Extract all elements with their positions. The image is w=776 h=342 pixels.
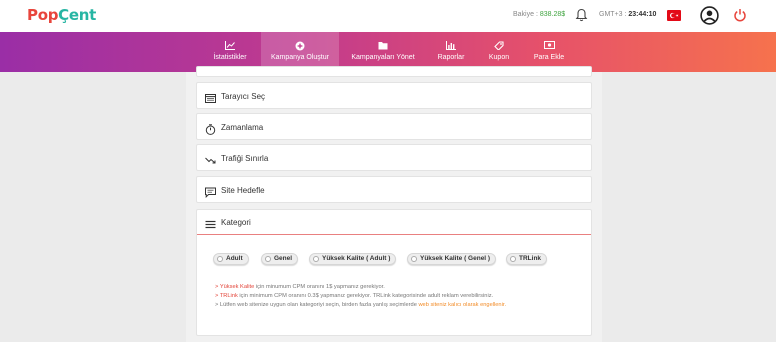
radio-button[interactable] <box>313 256 319 262</box>
message-square-icon <box>205 185 216 199</box>
folder-icon <box>378 41 388 50</box>
top-header: PopÇent Bakiye : 838.28$ GMT+3 : 23:44:1… <box>0 0 776 32</box>
radio-button[interactable] <box>411 256 417 262</box>
logo[interactable]: PopÇent <box>27 6 96 24</box>
radio-button[interactable] <box>265 256 271 262</box>
note-line-warning: > Lütfen web sitenize uygun olan kategor… <box>215 302 507 308</box>
note-line-high-quality: > Yüksek Kalite için minumum CPM oranını… <box>215 284 385 290</box>
nav-label-manage-campaigns: Kampanyaları Yönet <box>351 54 415 61</box>
balance-value: 838.28$ <box>539 11 566 18</box>
nav-label-statistics: İstatistikler <box>213 54 247 61</box>
section-browser-select[interactable]: Tarayıcı Seç <box>196 82 592 109</box>
bar-chart-icon <box>446 41 456 50</box>
ticket-icon <box>494 41 504 51</box>
server-clock: GMT+3 : 23:44:10 <box>599 11 656 18</box>
category-option-high-quality-adult[interactable]: Yüksek Kalite ( Adult ) <box>309 253 397 265</box>
plus-circle-icon <box>295 41 305 51</box>
section-traffic-limit[interactable]: Trafiği Sınırla <box>196 144 592 171</box>
logo-text-cent: Çent <box>58 6 96 24</box>
section-label-browser: Tarayıcı Seç <box>221 92 266 101</box>
browser-window-icon <box>205 91 216 103</box>
menu-icon <box>205 217 216 229</box>
chart-icon <box>225 41 235 50</box>
section-label-traffic: Trafiği Sınırla <box>221 154 269 163</box>
clock-time: 23:44:10 <box>628 11 657 18</box>
user-avatar-icon[interactable] <box>700 6 719 25</box>
section-category: Kategori Adult Genel Yüksek Kalite ( Adu… <box>196 209 592 336</box>
category-option-label: Adult <box>226 255 243 262</box>
category-header[interactable]: Kategori <box>197 210 591 235</box>
section-label-category: Kategori <box>221 218 251 227</box>
section-scheduling[interactable]: Zamanlama <box>196 113 592 140</box>
balance-label: Bakiye : <box>513 11 538 18</box>
stopwatch-icon <box>205 122 216 135</box>
nav-label-coupon: Kupon <box>488 54 510 61</box>
timezone-label: GMT+3 : <box>599 11 627 18</box>
section-label-scheduling: Zamanlama <box>221 123 264 132</box>
previous-section-card <box>196 66 592 77</box>
nav-label-reports: Raporlar <box>437 54 465 61</box>
category-option-label: Genel <box>274 255 293 262</box>
section-site-targeting[interactable]: Site Hedefle <box>196 176 592 203</box>
category-option-trlink[interactable]: TRLink <box>506 253 548 265</box>
logo-text-pop: Pop <box>27 6 59 24</box>
radio-button[interactable] <box>510 256 516 262</box>
bell-icon[interactable] <box>575 8 588 22</box>
category-option-general[interactable]: Genel <box>261 253 299 265</box>
trending-down-icon <box>205 153 216 164</box>
category-option-adult[interactable]: Adult <box>213 253 249 265</box>
money-icon <box>544 41 555 50</box>
power-icon[interactable] <box>733 8 747 22</box>
note-line-trlink: > TRLink için minimum CPM oranını 0.3$ y… <box>215 293 494 299</box>
category-notes: > Yüksek Kalite için minumum CPM oranını… <box>215 283 506 310</box>
category-option-high-quality-general[interactable]: Yüksek Kalite ( Genel ) <box>407 253 497 265</box>
category-option-label: Yüksek Kalite ( Genel ) <box>420 255 491 262</box>
nav-label-create-campaign: Kampanya Oluştur <box>271 54 329 61</box>
category-option-label: Yüksek Kalite ( Adult ) <box>322 255 391 262</box>
nav-label-add-funds: Para Ekle <box>533 54 565 61</box>
campaign-form-panel: Tarayıcı Seç Zamanlama Trafiği Sınırla S… <box>186 66 602 342</box>
category-option-label: TRLink <box>519 255 542 262</box>
turkey-flag-icon[interactable] <box>667 10 681 21</box>
radio-button[interactable] <box>217 256 223 262</box>
balance-display: Bakiye : 838.28$ <box>513 11 565 18</box>
section-label-site: Site Hedefle <box>221 186 265 195</box>
